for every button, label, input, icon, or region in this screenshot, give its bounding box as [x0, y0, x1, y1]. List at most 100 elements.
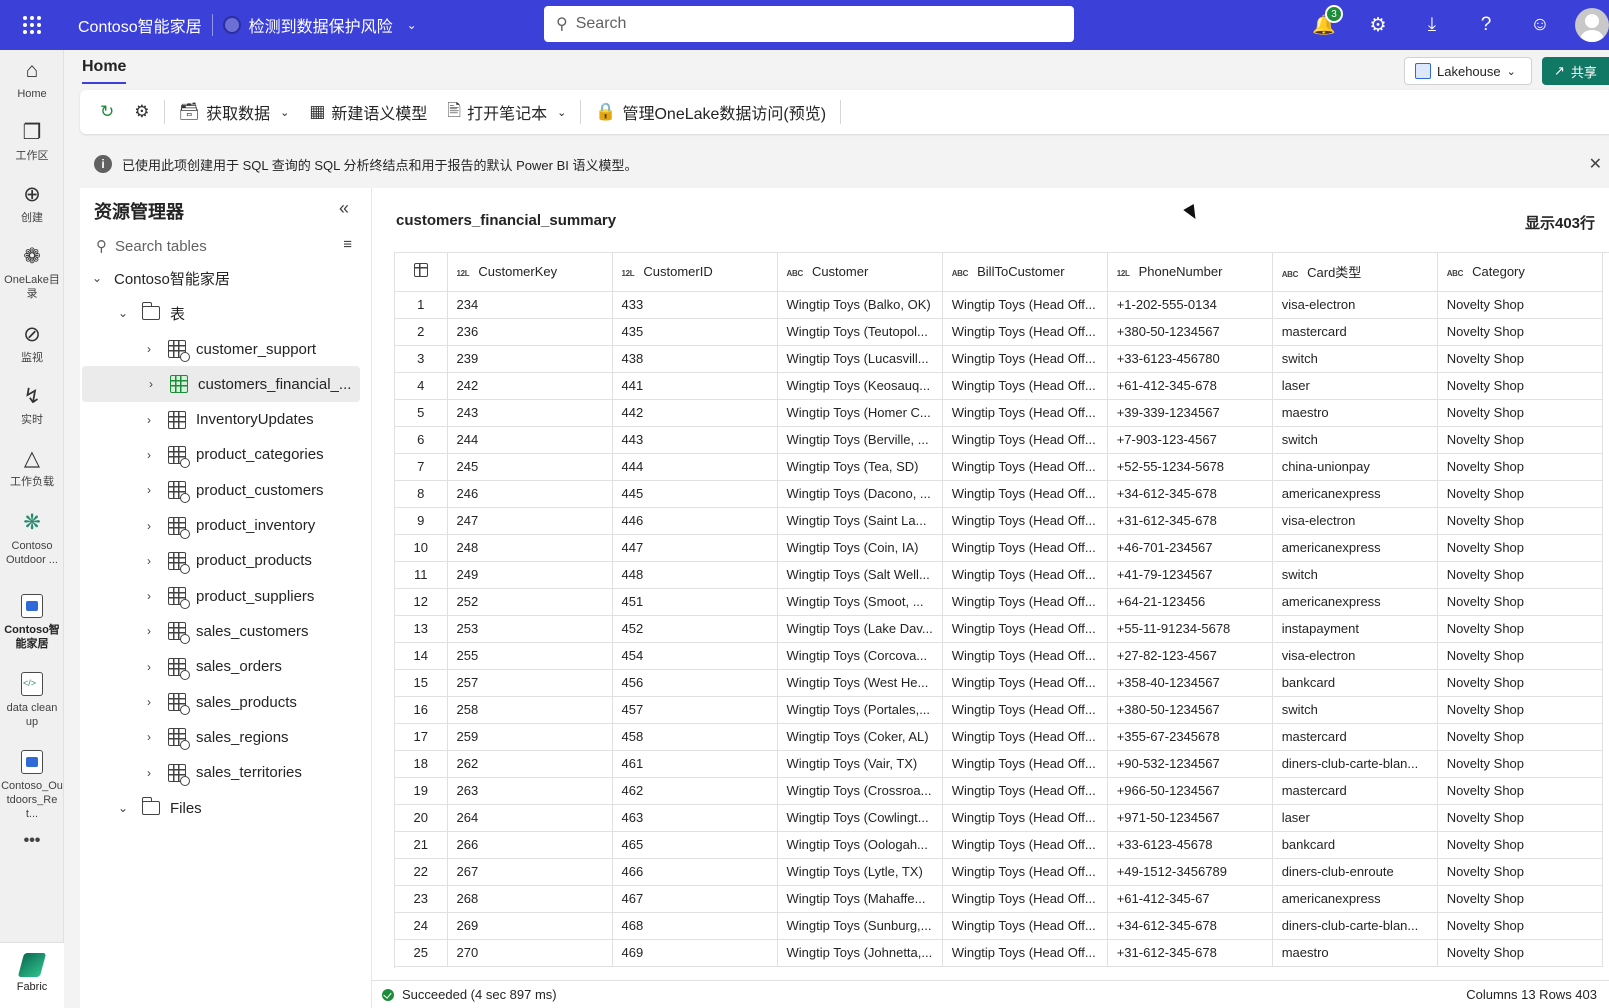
column-header[interactable]: ABC Customer	[777, 253, 943, 292]
tree-item-table[interactable]: › product_products	[80, 543, 364, 579]
table-row[interactable]: 8 246 445 Wingtip Toys (Dacono, ... Wingtip …	[395, 480, 1603, 508]
chevron-down-icon[interactable]: ⌄	[90, 271, 104, 285]
lakehouse-mode-dropdown[interactable]: Lakehouse ⌄	[1404, 57, 1532, 85]
tree-item-table[interactable]: › product_inventory	[80, 508, 364, 544]
tree-item-table[interactable]: › sales_orders	[80, 649, 364, 685]
nav-contoso-lakehouse[interactable]: Contoso智能家居	[0, 594, 64, 651]
tree-item-table[interactable]: › sales_products	[80, 684, 364, 720]
chevron-right-icon[interactable]: ›	[142, 730, 156, 744]
refresh-button[interactable]: ↻	[90, 96, 124, 128]
table-row[interactable]: 12 252 451 Wingtip Toys (Smoot, ... Wingtip …	[395, 588, 1603, 616]
notifications-button[interactable]: 🔔 3	[1297, 0, 1351, 50]
nav-data-clean-up[interactable]: data clean up	[0, 672, 64, 729]
fabric-switcher[interactable]: Fabric	[0, 942, 64, 1008]
data-protection-risk-dropdown[interactable]: 检测到数据保护风险 ⌄	[222, 13, 417, 37]
table-row[interactable]: 24 269 468 Wingtip Toys (Sunburg,... Wingtip…	[395, 912, 1603, 940]
tree-item-table[interactable]: › customers_financial_...	[82, 366, 360, 403]
help-button[interactable]: ?	[1459, 0, 1513, 50]
chevron-right-icon[interactable]: ›	[142, 554, 156, 568]
table-row[interactable]: 11 249 448 Wingtip Toys (Salt Well... Wingti…	[395, 561, 1603, 589]
chevron-down-icon[interactable]: ⌄	[116, 801, 130, 815]
table-row[interactable]: 1 234 433 Wingtip Toys (Balko, OK) Wingtip T…	[395, 291, 1603, 319]
column-header[interactable]: ABC Card类型	[1272, 253, 1438, 292]
nav-workspace-contoso-outdoor[interactable]: ❋ Contoso Outdoor ...	[0, 510, 64, 567]
table-row[interactable]: 10 248 447 Wingtip Toys (Coin, IA) Wingtip T…	[395, 534, 1603, 562]
column-header[interactable]: 12L CustomerID	[612, 253, 778, 292]
search-tables-input[interactable]: ⚲ Search tables ≡	[96, 232, 358, 260]
chevron-right-icon[interactable]: ›	[142, 448, 156, 462]
nav-onelake-catalog[interactable]: ❁ OneLake目录	[0, 244, 64, 301]
column-header[interactable]: ABC BillToCustomer	[942, 253, 1108, 292]
tree-item-tables-folder[interactable]: ⌄ 表	[80, 295, 364, 331]
new-semantic-model-button[interactable]: ▦ 新建语义模型	[299, 96, 437, 128]
nav-home[interactable]: ⌂ Home	[0, 58, 64, 101]
tree-item-table[interactable]: › sales_customers	[80, 613, 364, 649]
close-icon[interactable]: ✕	[1589, 154, 1602, 174]
tree-item-table[interactable]: › product_customers	[80, 472, 364, 508]
nav-create[interactable]: ⊕ 创建	[0, 182, 64, 225]
table-row[interactable]: 15 257 456 Wingtip Toys (West He... Wingtip …	[395, 669, 1603, 697]
tree-item-table[interactable]: › customer_support	[80, 331, 364, 367]
tree-item-root[interactable]: ⌄ Contoso智能家居	[80, 260, 364, 296]
column-header[interactable]: ABC Category	[1437, 253, 1603, 292]
manage-onelake-access-button[interactable]: 🔒 管理OneLake数据访问(预览)	[585, 96, 836, 128]
chevron-right-icon[interactable]: ›	[142, 766, 156, 780]
more-button[interactable]: •••	[0, 833, 64, 849]
column-header[interactable]: 12L PhoneNumber	[1107, 253, 1273, 292]
table-row[interactable]: 14 255 454 Wingtip Toys (Corcova... Wingtip …	[395, 642, 1603, 670]
table-row[interactable]: 19 263 462 Wingtip Toys (Crossroa... Wingtip…	[395, 777, 1603, 805]
tree-item-table[interactable]: › sales_territories	[80, 755, 364, 791]
share-button[interactable]: ↗ 共享	[1542, 57, 1609, 85]
table-row[interactable]: 4 242 441 Wingtip Toys (Keosauq... Wingtip T…	[395, 372, 1603, 400]
nav-workspaces[interactable]: ❐ 工作区	[0, 120, 64, 163]
chevron-right-icon[interactable]: ›	[142, 589, 156, 603]
tree-item-table[interactable]: › product_suppliers	[80, 578, 364, 614]
table-row[interactable]: 20 264 463 Wingtip Toys (Cowlingt... Wingtip…	[395, 804, 1603, 832]
collapse-panel-icon[interactable]: «	[339, 198, 349, 219]
nav-contoso-outdoors-ret[interactable]: Contoso_Outdoors_Ret...	[0, 750, 64, 821]
table-row[interactable]: 23 268 467 Wingtip Toys (Mahaffe... Wingtip …	[395, 885, 1603, 913]
app-title[interactable]: Contoso智能家居	[78, 13, 202, 37]
table-row[interactable]: 21 266 465 Wingtip Toys (Oologah... Wingtip …	[395, 831, 1603, 859]
table-row[interactable]: 6 244 443 Wingtip Toys (Berville, ... Wingti…	[395, 426, 1603, 454]
open-notebook-button[interactable]: 🖹 打开笔记本 ⌄	[437, 96, 576, 128]
tree-item-table[interactable]: › sales_regions	[80, 719, 364, 755]
tree-item-files-folder[interactable]: ⌄ Files	[80, 790, 364, 826]
table-row[interactable]: 17 259 458 Wingtip Toys (Coker, AL) Wingtip …	[395, 723, 1603, 751]
chevron-down-icon[interactable]: ⌄	[116, 306, 130, 320]
settings-button[interactable]: ⚙	[124, 96, 159, 128]
chevron-right-icon[interactable]: ›	[142, 519, 156, 533]
download-button[interactable]: ⤓	[1405, 0, 1459, 50]
feedback-button[interactable]: ☺	[1513, 0, 1567, 50]
chevron-right-icon[interactable]: ›	[142, 660, 156, 674]
table-row[interactable]: 25 270 469 Wingtip Toys (Johnetta,... Wingti…	[395, 939, 1603, 967]
chevron-right-icon[interactable]: ›	[142, 695, 156, 709]
table-row[interactable]: 16 258 457 Wingtip Toys (Portales,... Wingti…	[395, 696, 1603, 724]
tree-item-table[interactable]: › product_categories	[80, 437, 364, 473]
chevron-right-icon[interactable]: ›	[144, 377, 158, 391]
chevron-right-icon[interactable]: ›	[142, 413, 156, 427]
avatar[interactable]	[1575, 8, 1609, 42]
table-row[interactable]: 13 253 452 Wingtip Toys (Lake Dav... Wingtip…	[395, 615, 1603, 643]
table-row[interactable]: 5 243 442 Wingtip Toys (Homer C... Wingtip T…	[395, 399, 1603, 427]
tree-item-table[interactable]: › InventoryUpdates	[80, 402, 364, 438]
chevron-right-icon[interactable]: ›	[142, 342, 156, 356]
select-all-header[interactable]	[395, 253, 448, 292]
nav-workloads[interactable]: △ 工作负载	[0, 446, 64, 489]
app-launcher-button[interactable]	[0, 0, 64, 50]
table-row[interactable]: 3 239 438 Wingtip Toys (Lucasvill... Wingtip…	[395, 345, 1603, 373]
table-row[interactable]: 9 247 446 Wingtip Toys (Saint La... Wingtip …	[395, 507, 1603, 535]
settings-button[interactable]: ⚙	[1351, 0, 1405, 50]
table-row[interactable]: 7 245 444 Wingtip Toys (Tea, SD) Wingtip Toy…	[395, 453, 1603, 481]
chevron-right-icon[interactable]: ›	[142, 483, 156, 497]
global-search-input[interactable]: ⚲ Search	[544, 6, 1074, 42]
table-row[interactable]: 2 236 435 Wingtip Toys (Teutopol... Wingtip …	[395, 318, 1603, 346]
nav-realtime[interactable]: ↯ 实时	[0, 384, 64, 427]
column-header[interactable]: 12L CustomerKey	[447, 253, 613, 292]
nav-monitor[interactable]: ⊘ 监视	[0, 322, 64, 365]
table-row[interactable]: 18 262 461 Wingtip Toys (Vair, TX) Wingtip T…	[395, 750, 1603, 778]
get-data-button[interactable]: 🗃 获取数据 ⌄	[169, 96, 300, 128]
tab-home[interactable]: Home	[82, 58, 126, 76]
chevron-right-icon[interactable]: ›	[142, 624, 156, 638]
table-row[interactable]: 22 267 466 Wingtip Toys (Lytle, TX) Wingtip …	[395, 858, 1603, 886]
